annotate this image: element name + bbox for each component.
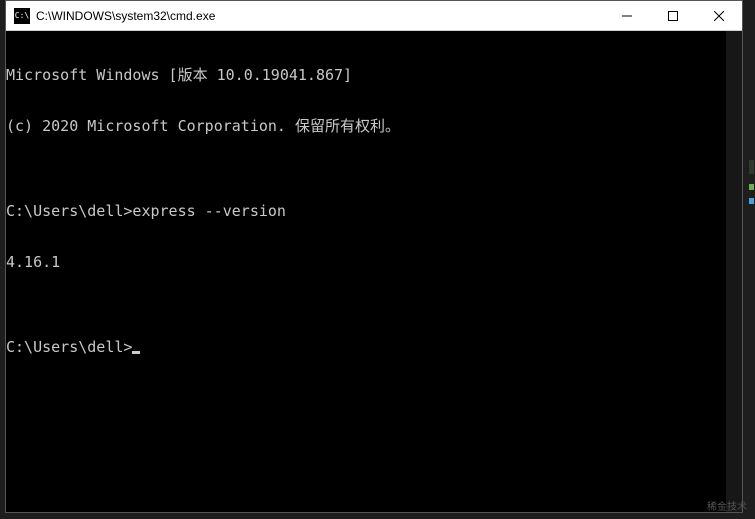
maximize-button[interactable]	[650, 1, 696, 30]
background-editor-strip	[745, 30, 755, 519]
terminal-prompt-line: C:\Users\dell>	[6, 339, 742, 356]
cursor	[132, 351, 140, 354]
terminal-prompt: C:\Users\dell>	[6, 338, 132, 356]
terminal-line: 4.16.1	[6, 254, 742, 271]
vertical-scrollbar[interactable]	[726, 31, 742, 512]
titlebar[interactable]: C:\ C:\WINDOWS\system32\cmd.exe	[6, 1, 742, 31]
watermark: 稀金技术	[707, 498, 747, 513]
terminal-line: (c) 2020 Microsoft Corporation. 保留所有权利。	[6, 118, 742, 135]
cmd-icon: C:\	[14, 8, 30, 24]
close-button[interactable]	[696, 1, 742, 30]
terminal-area[interactable]: Microsoft Windows [版本 10.0.19041.867] (c…	[6, 31, 742, 512]
terminal-line: C:\Users\dell>express --version	[6, 203, 742, 220]
minimize-button[interactable]	[604, 1, 650, 30]
window-title: C:\WINDOWS\system32\cmd.exe	[36, 9, 604, 23]
window-controls	[604, 1, 742, 30]
cmd-window: C:\ C:\WINDOWS\system32\cmd.exe Microsof…	[5, 0, 743, 513]
terminal-line: Microsoft Windows [版本 10.0.19041.867]	[6, 67, 742, 84]
